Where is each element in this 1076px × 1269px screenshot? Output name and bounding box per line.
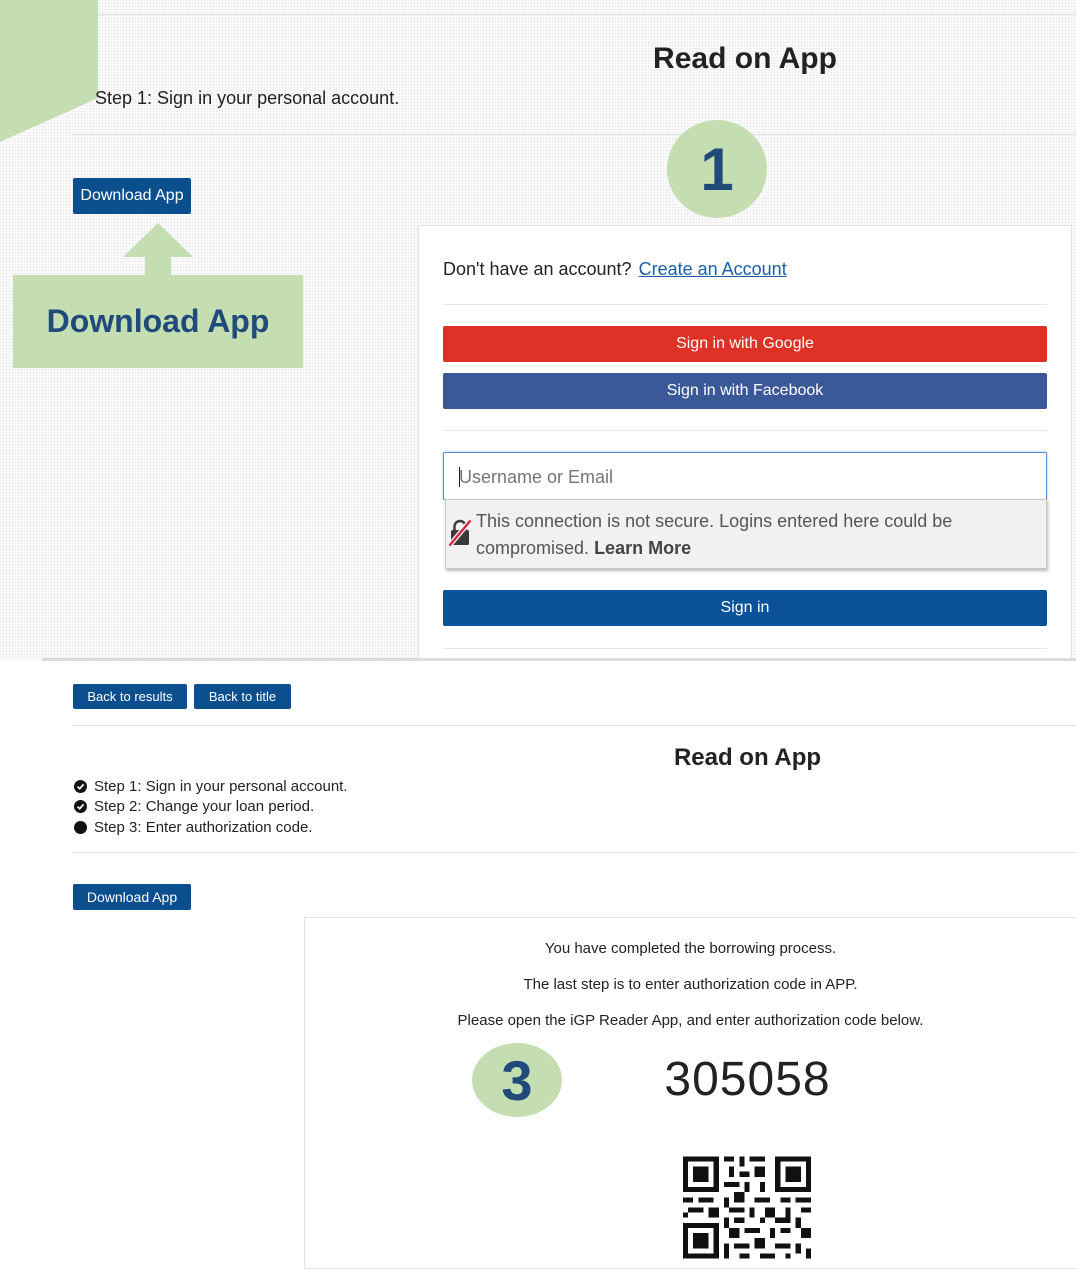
filled-circle-icon	[74, 820, 87, 834]
bottom-divider-1	[72, 725, 1076, 726]
arrow-up-icon	[123, 223, 193, 277]
last-step-text: The last step is to enter authorization …	[523, 976, 858, 993]
instruction-text: Please open the iGP Reader App, and ente…	[457, 1012, 924, 1029]
steps-list: Step 1: Sign in your personal account. S…	[74, 776, 348, 838]
signin-button[interactable]: Sign in	[443, 590, 1047, 626]
login-divider-1	[443, 304, 1047, 305]
callout-label: Download App	[46, 303, 270, 339]
step-badge-3: 3	[472, 1043, 562, 1117]
bottom-download-app-button[interactable]: Download App	[73, 884, 191, 910]
qr-code-icon	[683, 1156, 811, 1259]
learn-more-link[interactable]: Learn More	[594, 538, 691, 558]
step-label: Step 1: Sign in your personal account.	[94, 777, 348, 795]
login-divider-2	[443, 430, 1047, 431]
check-circle-icon	[74, 779, 87, 793]
check-circle-icon	[74, 800, 87, 814]
create-account-link[interactable]: Create an Account	[639, 259, 787, 279]
top-divider-1	[72, 14, 1076, 15]
login-divider-3	[443, 648, 1047, 649]
insecure-warning-popup: This connection is not secure. Logins en…	[445, 499, 1047, 569]
bottom-divider-2	[72, 852, 1076, 853]
warning-text: This connection is not secure. Logins en…	[476, 511, 953, 558]
completed-text: You have completed the borrowing process…	[544, 940, 837, 957]
google-signin-button[interactable]: Sign in with Google	[443, 326, 1047, 362]
step-label: Step 2: Change your loan period.	[94, 798, 315, 816]
top-divider-2	[72, 134, 1076, 135]
step-item-2: Step 2: Change your loan period.	[74, 797, 348, 818]
step-item-3: Step 3: Enter authorization code.	[74, 817, 348, 838]
warning-message: This connection is not secure. Logins en…	[476, 508, 1016, 562]
step-item-1: Step 1: Sign in your personal account.	[74, 776, 348, 797]
username-input[interactable]: Username or Email	[443, 452, 1047, 500]
step-label: Step 3: Enter authorization code.	[94, 818, 313, 836]
facebook-signin-button[interactable]: Sign in with Facebook	[443, 373, 1047, 409]
bottom-page-title: Read on App	[673, 744, 822, 771]
username-placeholder: Username or Email	[459, 467, 614, 487]
authorization-code: 305058	[664, 1053, 831, 1106]
no-account-text: Don't have an account?	[443, 259, 632, 279]
insecure-lock-icon	[448, 519, 472, 547]
no-account-row: Don't have an account? Create an Account	[443, 259, 787, 280]
page-title: Read on App	[653, 42, 837, 75]
download-app-callout: Download App	[13, 275, 303, 368]
back-to-results-button[interactable]: Back to results	[73, 684, 187, 709]
download-app-button[interactable]: Download App	[73, 178, 191, 214]
step-badge-1: 1	[667, 120, 767, 218]
back-to-title-button[interactable]: Back to title	[194, 684, 291, 709]
corner-decoration	[0, 0, 98, 142]
step-text: Step 1: Sign in your personal account.	[95, 88, 400, 108]
